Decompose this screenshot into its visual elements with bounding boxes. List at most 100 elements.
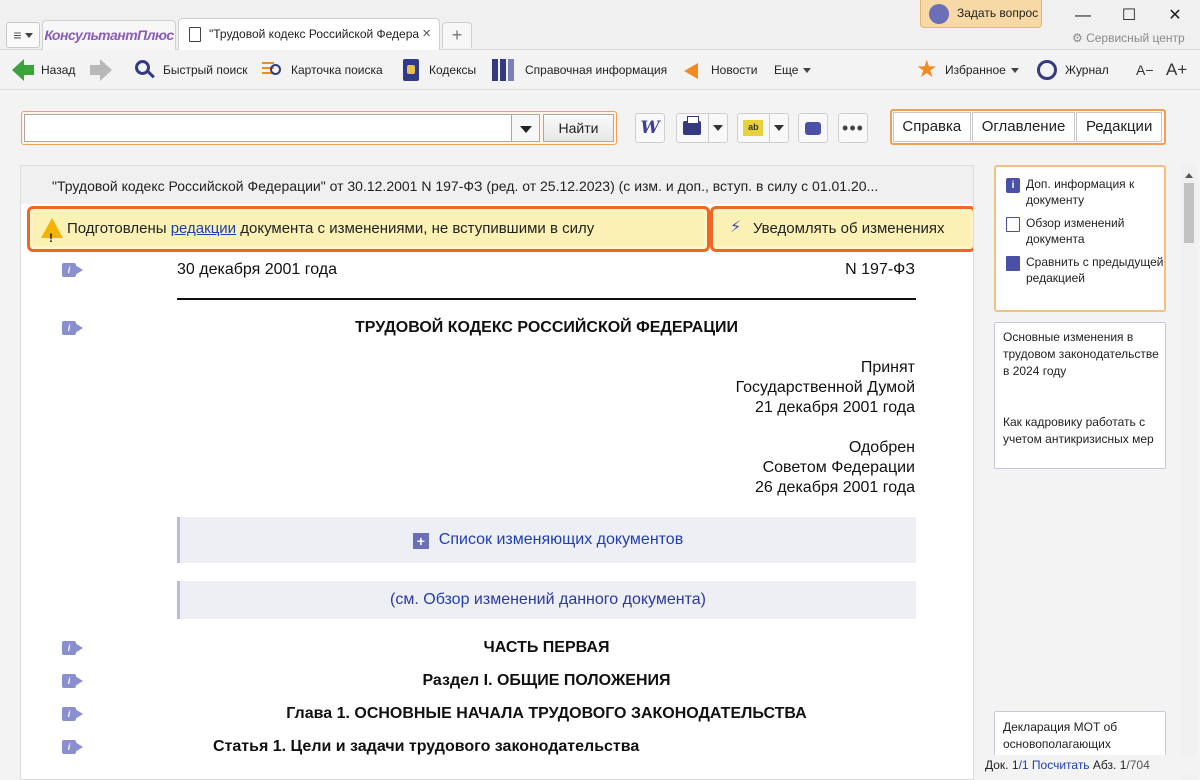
gear-icon: ⚙: [1072, 31, 1087, 45]
additional-info-link[interactable]: i Доп. информация к документу: [1006, 176, 1164, 208]
adopted-line-1: Принят: [860, 359, 915, 376]
status-bar: Док. 1/1 Посчитать Абз. 1/704: [980, 755, 1200, 775]
approved-line-2: Советом Федерации: [762, 459, 915, 476]
new-tab-button[interactable]: +: [442, 22, 472, 48]
main-menu-button[interactable]: ≡: [6, 22, 40, 48]
favorites-label: Избранное: [945, 63, 1006, 77]
tab-help[interactable]: Справка: [893, 112, 971, 142]
back-button[interactable]: Назад: [12, 56, 75, 84]
scroll-up-icon[interactable]: [1185, 173, 1193, 178]
paragraph-info-icon[interactable]: i: [62, 707, 84, 721]
print-button[interactable]: [676, 113, 728, 143]
print-options-dropdown[interactable]: [707, 114, 727, 142]
maximize-button[interactable]: ☐: [1106, 2, 1152, 30]
doc-label: Док.: [985, 758, 1009, 772]
changes-review-box: (см. Обзор изменений данного документа): [177, 581, 916, 619]
find-button[interactable]: Найти: [543, 114, 614, 142]
related-link[interactable]: Как кадровику работать с учетом антикриз…: [1003, 414, 1163, 448]
document-tab[interactable]: "Трудовой кодекс Российской Федера ×: [178, 18, 440, 50]
more-dots-icon: •••: [842, 118, 864, 138]
journal-button[interactable]: Журнал: [1036, 56, 1109, 84]
search-input[interactable]: [24, 114, 512, 142]
adopted-line-3: 21 декабря 2001 года: [754, 399, 915, 416]
minimize-button[interactable]: —: [1060, 2, 1106, 30]
paragraph-info-icon[interactable]: i: [62, 263, 84, 277]
scroll-thumb[interactable]: [1184, 183, 1194, 243]
approved-line-1: Одобрен: [848, 439, 915, 456]
paragraph-info-icon[interactable]: i: [62, 641, 84, 655]
document-title: ТРУДОВОЙ КОДЕКС РОССИЙСКОЙ ФЕДЕРАЦИИ: [354, 319, 739, 336]
count-link[interactable]: Посчитать: [1032, 758, 1090, 772]
close-window-button[interactable]: ✕: [1152, 2, 1198, 30]
highlight-options-dropdown[interactable]: [768, 114, 788, 142]
service-center-link[interactable]: ⚙ Сервисный центр: [1072, 31, 1185, 45]
news-button[interactable]: Новости: [682, 56, 757, 84]
quick-search-button[interactable]: Быстрый поиск: [134, 56, 247, 84]
highlight-button[interactable]: ab: [737, 113, 789, 143]
paragraph-info-icon[interactable]: i: [62, 674, 84, 688]
search-history-dropdown[interactable]: [512, 114, 540, 142]
highlighter-icon: ab: [738, 120, 769, 136]
para-total: /704: [1126, 758, 1150, 772]
editions-link[interactable]: редакции: [171, 220, 236, 237]
printer-icon: [677, 116, 708, 135]
back-label: Назад: [41, 63, 76, 77]
export-word-button[interactable]: W: [635, 113, 665, 143]
chapter-heading: Глава 1. ОСНОВНЫЕ НАЧАЛА ТРУДОВОГО ЗАКОН…: [286, 705, 807, 722]
user-question-icon: [929, 4, 949, 24]
document-number: N 197-ФЗ: [845, 261, 915, 278]
related-link[interactable]: Основные изменения в трудовом законодате…: [1003, 329, 1163, 380]
font-smaller-button[interactable]: A−: [1136, 56, 1154, 84]
ask-question-label: Задать вопрос: [957, 6, 1039, 20]
part-heading: ЧАСТЬ ПЕРВАЯ: [483, 639, 610, 656]
forward-button[interactable]: [90, 56, 119, 84]
tab-close-icon[interactable]: ×: [422, 19, 431, 49]
quick-search-label: Быстрый поиск: [163, 63, 248, 77]
megaphone-icon: [682, 59, 704, 81]
notice-text-after: документа с изменениями, не вступившими …: [236, 220, 595, 237]
comment-button[interactable]: [798, 113, 828, 143]
approved-line-3: 26 декабря 2001 года: [754, 479, 915, 496]
more-actions-button[interactable]: •••: [838, 113, 868, 143]
paragraph-info-icon[interactable]: i: [62, 740, 84, 754]
more-button[interactable]: Еще: [774, 56, 812, 84]
tab-contents[interactable]: Оглавление: [971, 112, 1076, 142]
see-text-after: изменений данного документа): [469, 591, 706, 608]
para-label: Абз.: [1092, 758, 1117, 772]
chevron-down-icon: [1010, 67, 1019, 73]
history-clock-icon: [1036, 59, 1058, 81]
search-card-icon: [262, 59, 284, 81]
tab-editions[interactable]: Редакции: [1076, 112, 1162, 142]
review-link[interactable]: Обзор: [423, 591, 469, 608]
search-card-label: Карточка поиска: [291, 63, 383, 77]
doc-current: 1: [1011, 758, 1019, 772]
document-view[interactable]: "Трудовой кодекс Российской Федерации" о…: [20, 165, 974, 780]
section-heading: Раздел I. ОБЩИЕ ПОЛОЖЕНИЯ: [422, 672, 671, 689]
favorites-button[interactable]: ★ Избранное: [916, 56, 1019, 84]
codes-label: Кодексы: [429, 63, 477, 77]
brand-tab[interactable]: КонсультантПлюс: [42, 20, 176, 50]
search-bar: Найти: [21, 111, 617, 145]
arrow-left-icon: [12, 59, 34, 81]
compare-icon: [1006, 256, 1020, 271]
title-bar: ≡ КонсультантПлюс "Трудовой кодекс Росси…: [0, 0, 1200, 50]
vertical-scrollbar[interactable]: [1181, 165, 1197, 780]
star-icon: ★: [916, 56, 938, 83]
divider: [177, 298, 916, 300]
chevron-down-icon: [803, 67, 812, 73]
codes-button[interactable]: Кодексы: [400, 56, 476, 84]
related-links-panel: Основные изменения в трудовом законодате…: [994, 322, 1166, 469]
notify-changes-button[interactable]: ⚡ Уведомлять об изменениях: [710, 206, 973, 252]
changing-documents-toggle[interactable]: + Список изменяющих документов: [177, 517, 916, 563]
document-tabs: Справка Оглавление Редакции: [890, 109, 1166, 145]
font-larger-button[interactable]: A+: [1166, 56, 1187, 84]
lightning-icon: ⚡: [730, 219, 742, 236]
changes-review-link[interactable]: Обзор изменений документа: [1006, 215, 1164, 247]
reference-info-button[interactable]: Справочная информация: [492, 56, 667, 84]
adopted-line-2: Государственной Думой: [735, 379, 915, 396]
compare-editions-link[interactable]: Сравнить с предыдущей редакцией: [1006, 254, 1164, 286]
search-card-button[interactable]: Карточка поиска: [262, 56, 383, 84]
ask-question-button[interactable]: Задать вопрос: [920, 0, 1042, 28]
notice-text-before: Подготовлены: [67, 220, 171, 237]
paragraph-info-icon[interactable]: i: [62, 321, 84, 335]
